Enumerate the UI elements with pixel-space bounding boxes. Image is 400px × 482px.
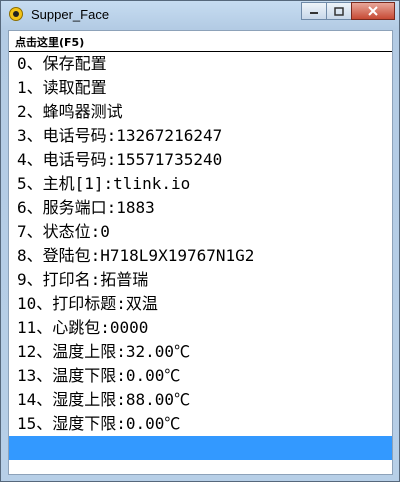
title-bar[interactable]: Supper_Face xyxy=(1,1,399,29)
list-item[interactable]: 2、蜂鸣器测试 xyxy=(9,100,392,124)
menu-bar: 点击这里(F5) xyxy=(9,31,392,52)
list-item[interactable]: 5、主机[1]:tlink.io xyxy=(9,172,392,196)
list-item[interactable]: 7、状态位:0 xyxy=(9,220,392,244)
client-area: 点击这里(F5) 0、保存配置 1、读取配置 2、蜂鸣器测试 3、电话号码:13267… xyxy=(8,30,393,475)
list-item[interactable] xyxy=(9,436,392,460)
menu-item-click-here[interactable]: 点击这里(F5) xyxy=(15,34,84,50)
list-item[interactable]: 6、服务端口:1883 xyxy=(9,196,392,220)
window-controls xyxy=(301,2,395,22)
list-item[interactable]: 0、保存配置 xyxy=(9,52,392,76)
list-item[interactable]: 13、温度下限:0.00℃ xyxy=(9,364,392,388)
app-window: Supper_Face 点击这里(F5) 0、保存配置 1、读取配置 2、蜂鸣器测试… xyxy=(0,0,400,482)
list-item[interactable]: 9、打印名:拓普瑞 xyxy=(9,268,392,292)
close-icon xyxy=(368,6,378,16)
list-item[interactable]: 8、登陆包:H718L9X19767N1G2 xyxy=(9,244,392,268)
list-item[interactable]: 1、读取配置 xyxy=(9,76,392,100)
list-item[interactable]: 15、湿度下限:0.00℃ xyxy=(9,412,392,436)
window-title: Supper_Face xyxy=(31,7,110,22)
list-item[interactable]: 14、湿度上限:88.00℃ xyxy=(9,388,392,412)
maximize-button[interactable] xyxy=(326,2,352,20)
list-item[interactable]: 3、电话号码:13267216247 xyxy=(9,124,392,148)
list-item[interactable]: 11、心跳包:0000 xyxy=(9,316,392,340)
app-icon[interactable] xyxy=(9,7,23,21)
maximize-icon xyxy=(334,6,344,16)
minimize-button[interactable] xyxy=(301,2,327,20)
minimize-icon xyxy=(310,12,318,14)
list-item[interactable]: 12、温度上限:32.00℃ xyxy=(9,340,392,364)
config-list[interactable]: 0、保存配置 1、读取配置 2、蜂鸣器测试 3、电话号码:13267216247 4、电… xyxy=(9,52,392,460)
list-item[interactable]: 10、打印标题:双温 xyxy=(9,292,392,316)
close-button[interactable] xyxy=(351,2,395,20)
list-item[interactable]: 4、电话号码:15571735240 xyxy=(9,148,392,172)
